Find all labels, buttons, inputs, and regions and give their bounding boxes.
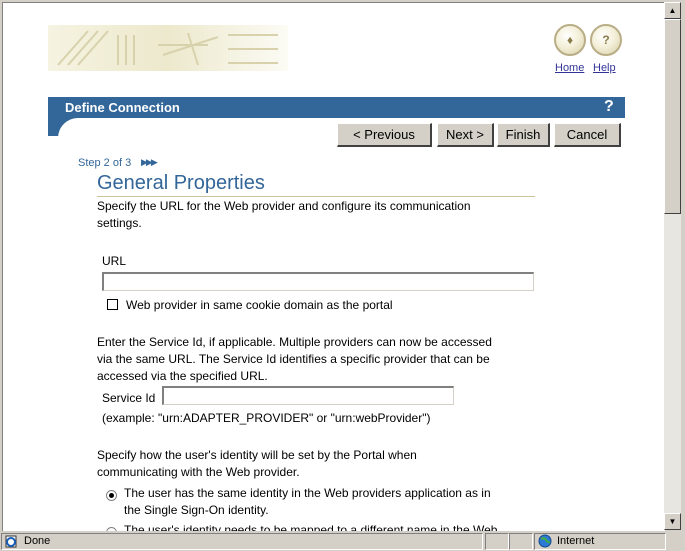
same-identity-label: The user has the same identity in the We… bbox=[124, 486, 491, 500]
scroll-up-icon[interactable]: ▲ bbox=[664, 2, 681, 19]
section-description-line: Specify the URL for the Web provider and… bbox=[97, 199, 471, 213]
finish-button[interactable]: Finish bbox=[497, 123, 550, 147]
status-pane-empty bbox=[509, 533, 533, 550]
previous-button[interactable]: < Previous bbox=[337, 123, 432, 147]
help-question-icon[interactable]: ? bbox=[590, 24, 622, 56]
page-title: Define Connection bbox=[65, 100, 180, 115]
ie-page-icon bbox=[5, 535, 17, 548]
same-identity-label: the Single Sign-On identity. bbox=[124, 503, 269, 517]
help-link[interactable]: Help bbox=[593, 62, 616, 74]
service-description-line: via the same URL. The Service Id identif… bbox=[97, 352, 490, 366]
step-arrows-icon: ▶▶▶ bbox=[141, 157, 158, 167]
scroll-down-icon[interactable]: ▼ bbox=[664, 513, 681, 530]
oracle-portal-logo bbox=[48, 25, 288, 71]
step-indicator: Step 2 of 3 bbox=[78, 157, 132, 169]
section-divider bbox=[97, 196, 535, 197]
status-pane: Done bbox=[1, 533, 483, 550]
url-input[interactable] bbox=[102, 272, 534, 291]
title-help-icon[interactable]: ? bbox=[604, 98, 614, 116]
cookie-domain-label: Web provider in same cookie domain as th… bbox=[126, 298, 393, 312]
section-title: General Properties bbox=[97, 172, 265, 194]
scroll-thumb[interactable] bbox=[664, 19, 681, 214]
zone-pane: Internet bbox=[534, 533, 666, 550]
title-bar-curve bbox=[48, 118, 88, 148]
same-identity-radio[interactable] bbox=[106, 490, 117, 501]
cancel-button[interactable]: Cancel bbox=[554, 123, 621, 147]
service-id-input[interactable] bbox=[162, 386, 454, 405]
service-description-line: accessed via the specified URL. bbox=[97, 369, 268, 383]
home-link[interactable]: Home bbox=[555, 62, 584, 74]
url-label: URL bbox=[102, 254, 127, 268]
service-id-example: (example: "urn:ADAPTER_PROVIDER" or "urn… bbox=[102, 411, 431, 425]
status-bar: Done Internet bbox=[0, 531, 685, 551]
identity-description-line: Specify how the user's identity will be … bbox=[97, 448, 417, 462]
section-description-line: settings. bbox=[97, 216, 142, 230]
browser-viewport: ♦ ? Home Help Define Connection ? < Prev… bbox=[2, 2, 665, 531]
zone-text: Internet bbox=[557, 535, 595, 547]
mapped-identity-label: The user's identity needs to be mapped t… bbox=[124, 523, 498, 531]
home-book-icon[interactable]: ♦ bbox=[554, 24, 586, 56]
cookie-domain-checkbox[interactable] bbox=[107, 299, 118, 310]
status-pane-empty bbox=[485, 533, 509, 550]
vertical-scrollbar[interactable]: ▲ ▼ bbox=[664, 2, 681, 530]
service-id-label: Service Id bbox=[102, 391, 156, 405]
next-button[interactable]: Next > bbox=[437, 123, 494, 147]
identity-description-line: communicating with the Web provider. bbox=[97, 465, 300, 479]
status-text: Done bbox=[24, 535, 51, 547]
service-description-line: Enter the Service Id, if applicable. Mul… bbox=[97, 335, 492, 349]
globe-icon bbox=[538, 534, 552, 548]
